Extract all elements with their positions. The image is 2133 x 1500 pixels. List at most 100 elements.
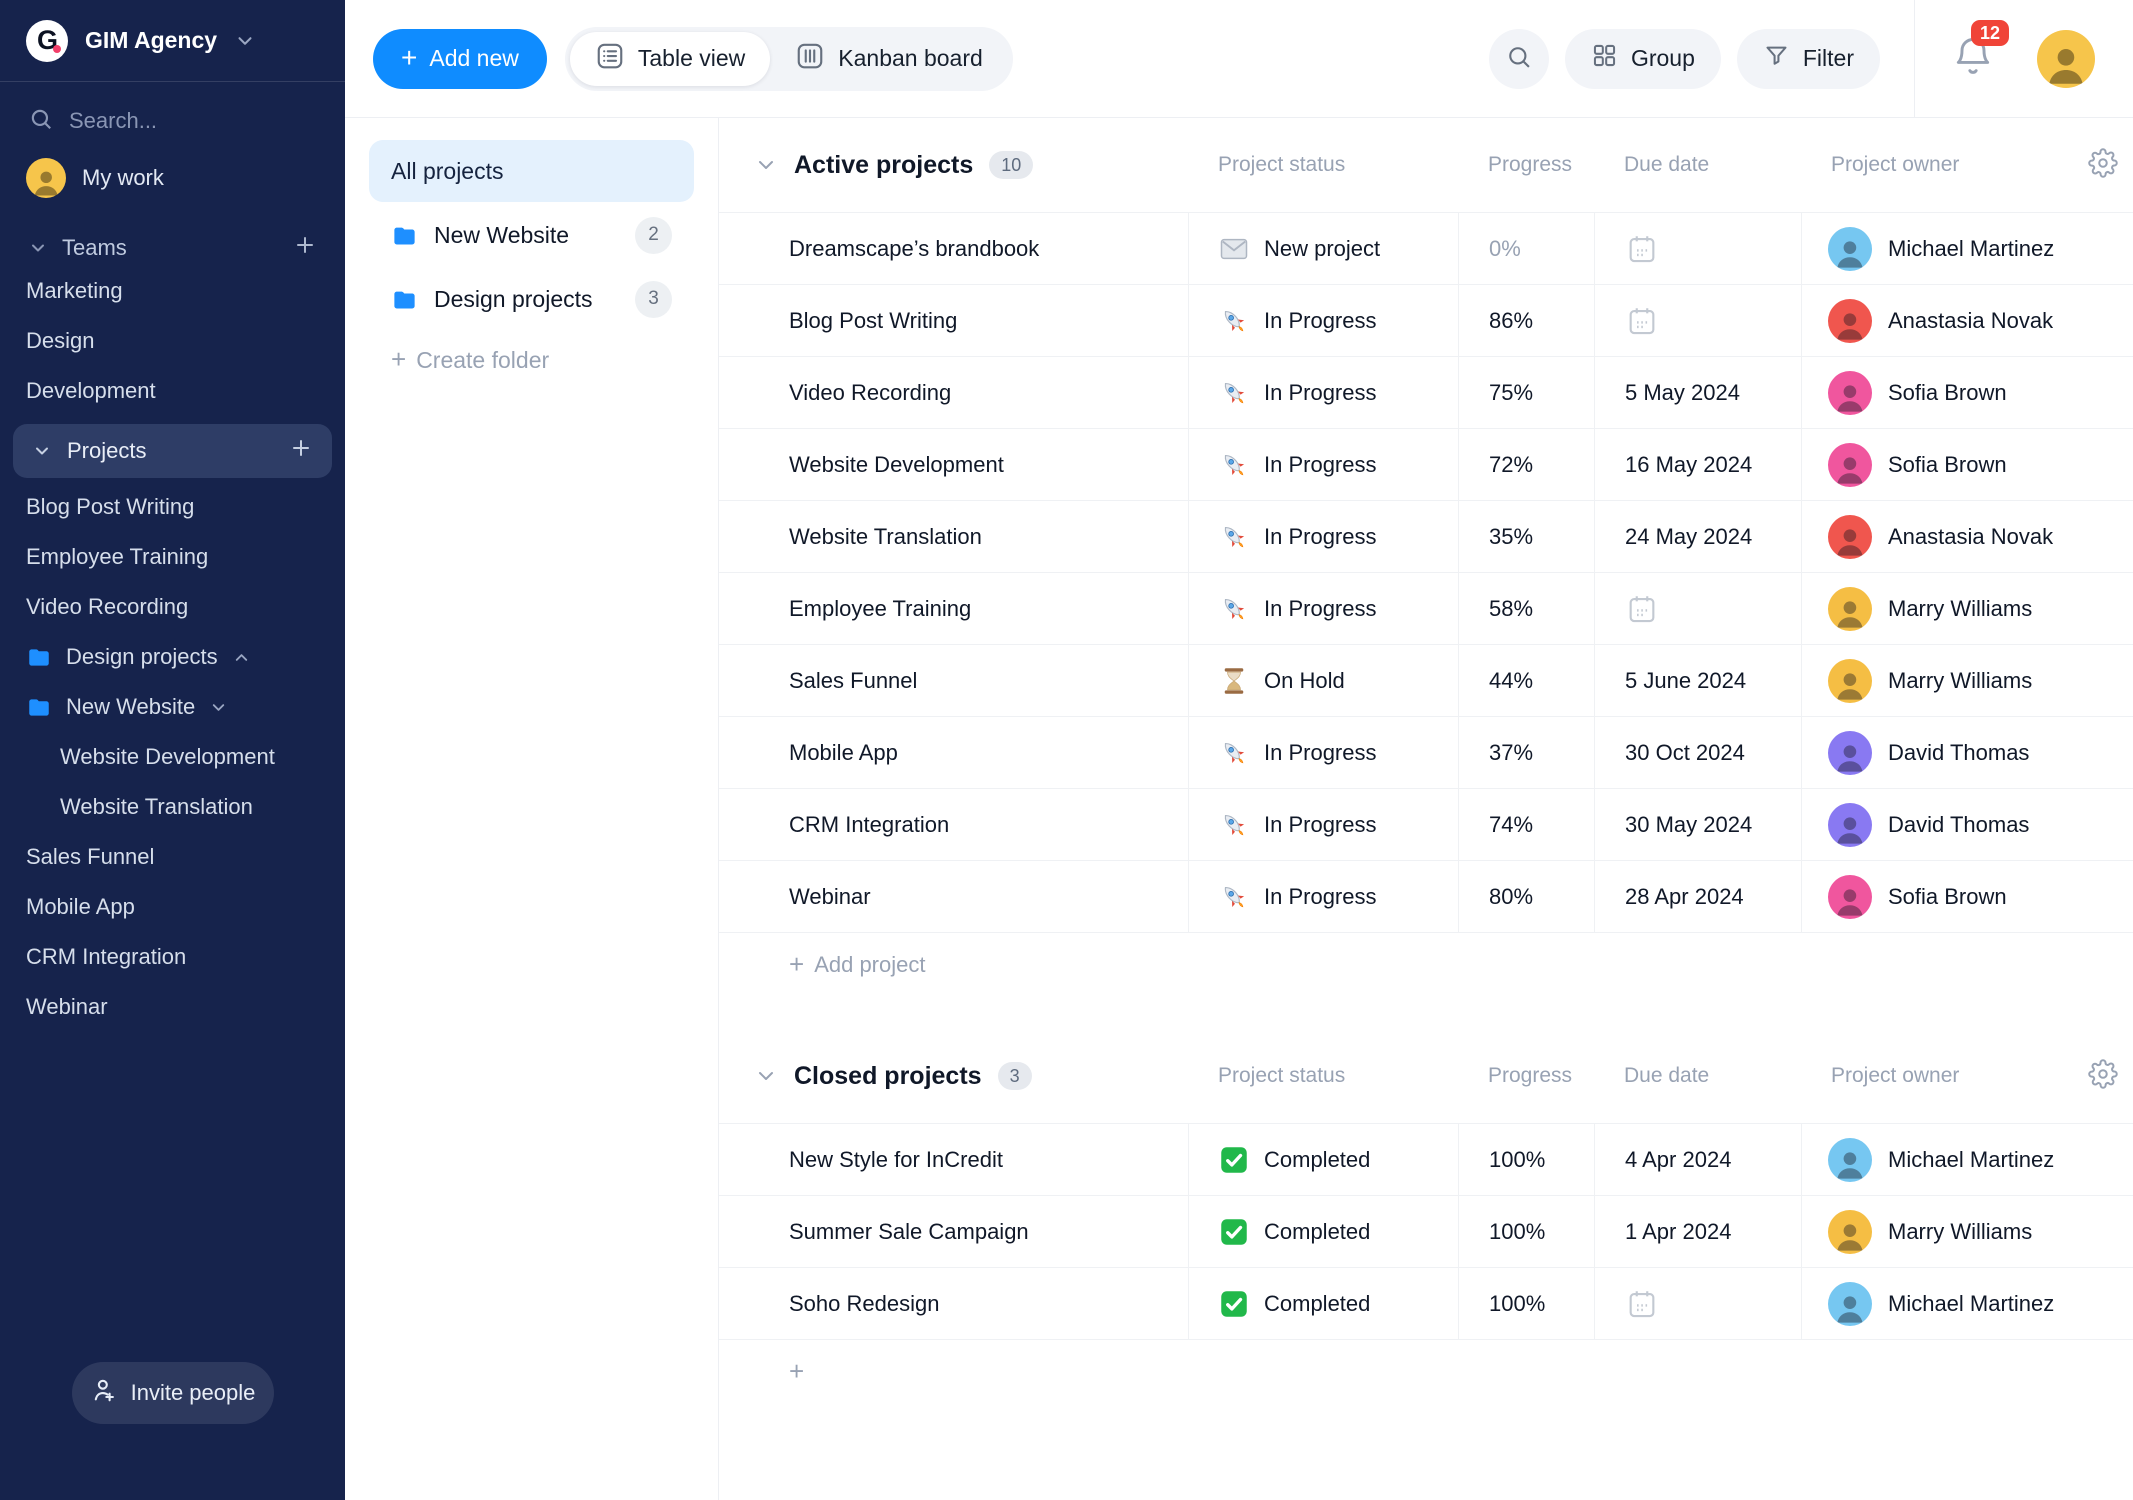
table-row[interactable]: Webinar In Progress 80% 28 Apr 2024 Sofi… [719,861,2133,933]
progress-value: 74% [1458,789,1594,860]
invite-people-button[interactable]: Invite people [72,1362,274,1424]
table-row[interactable]: Blog Post Writing In Progress 86% Anasta… [719,285,2133,357]
column-header-progress[interactable]: Progress [1458,1064,1594,1088]
filter-button[interactable]: Filter [1737,29,1880,89]
sidebar-item-label: Mobile App [26,894,135,920]
project-name[interactable]: Website Translation [719,501,1188,572]
due-date[interactable]: 5 June 2024 [1594,645,1801,716]
sidebar-item-project[interactable]: Sales Funnel [0,832,345,882]
project-name[interactable]: Video Recording [719,357,1188,428]
sidebar-item-project[interactable]: Website Development [0,732,345,782]
column-header-due-date[interactable]: Due date [1594,153,1801,177]
notification-badge: 12 [1971,20,2009,46]
table-row[interactable]: Video Recording In Progress 75% 5 May 20… [719,357,2133,429]
due-date[interactable]: 30 Oct 2024 [1594,717,1801,788]
table-row[interactable]: Sales Funnel On Hold 44% 5 June 2024 Mar… [719,645,2133,717]
workspace-switcher[interactable]: G GIM Agency [0,0,345,82]
table-row[interactable]: New Style for InCredit Completed 100% 4 … [719,1124,2133,1196]
column-header-progress[interactable]: Progress [1458,153,1594,177]
add-project-icon[interactable] [289,436,313,466]
add-project-button[interactable]: + Add project [719,933,2133,997]
column-header-due-date[interactable]: Due date [1594,1064,1801,1088]
avatar [1828,1210,1872,1254]
table-row[interactable]: Soho Redesign Completed 100% Michael Mar… [719,1268,2133,1340]
column-header-status[interactable]: Project status [1188,1064,1458,1088]
folder-all-projects[interactable]: All projects [369,140,694,202]
workspace-name: GIM Agency [85,27,217,54]
due-date[interactable]: 5 May 2024 [1594,357,1801,428]
project-name[interactable]: Summer Sale Campaign [719,1196,1188,1267]
group-count-badge: 10 [989,151,1033,179]
view-switcher: Table viewKanban board [565,27,1013,91]
project-name[interactable]: Blog Post Writing [719,285,1188,356]
sidebar-section-projects[interactable]: Projects [13,424,332,478]
notifications-button[interactable]: 12 [1951,34,1995,83]
sidebar-item-label: Design projects [66,644,218,670]
add-new-button[interactable]: + Add new [373,29,547,89]
sidebar-item-project[interactable]: CRM Integration [0,932,345,982]
view-tab-kanban-board[interactable]: Kanban board [770,32,1008,86]
column-header-owner[interactable]: Project owner [1801,1064,2073,1088]
project-name[interactable]: New Style for InCredit [719,1124,1188,1195]
sidebar-item-project[interactable]: New Website [0,682,345,732]
search-input[interactable] [69,108,269,134]
sidebar-item-project[interactable]: Design projects [0,632,345,682]
table-row[interactable]: CRM Integration In Progress 74% 30 May 2… [719,789,2133,861]
project-name[interactable]: Dreamscape’s brandbook [719,213,1188,284]
owner-name: Marry Williams [1888,668,2032,694]
group-button[interactable]: Group [1565,29,1721,89]
folder-item[interactable]: Design projects3 [369,268,694,330]
column-header-status[interactable]: Project status [1188,153,1458,177]
sidebar-item-my-work[interactable]: My work [0,156,345,200]
sidebar-item-project[interactable]: Mobile App [0,882,345,932]
due-date[interactable] [1594,213,1801,284]
table-row[interactable]: Mobile App In Progress 37% 30 Oct 2024 D… [719,717,2133,789]
sidebar-item-team[interactable]: Design [0,316,345,366]
project-name[interactable]: Mobile App [719,717,1188,788]
sidebar-item-project[interactable]: Employee Training [0,532,345,582]
due-date[interactable]: 4 Apr 2024 [1594,1124,1801,1195]
sidebar-item-team[interactable]: Development [0,366,345,416]
project-name[interactable]: Sales Funnel [719,645,1188,716]
due-date[interactable] [1594,1268,1801,1339]
due-date[interactable]: 24 May 2024 [1594,501,1801,572]
project-name[interactable]: Soho Redesign [719,1268,1188,1339]
sidebar-item-project[interactable]: Webinar [0,982,345,1032]
sidebar-search[interactable] [0,104,345,138]
sidebar-item-team[interactable]: Marketing [0,266,345,316]
column-header-owner[interactable]: Project owner [1801,153,2073,177]
due-date[interactable]: 16 May 2024 [1594,429,1801,500]
due-date[interactable]: 28 Apr 2024 [1594,861,1801,932]
due-date[interactable]: 30 May 2024 [1594,789,1801,860]
view-tab-table-view[interactable]: Table view [570,32,770,86]
due-date[interactable] [1594,285,1801,356]
sidebar-item-project[interactable]: Video Recording [0,582,345,632]
search-button[interactable] [1489,29,1549,89]
table-row[interactable]: Dreamscape’s brandbook New project 0% Mi… [719,213,2133,285]
due-date[interactable]: 1 Apr 2024 [1594,1196,1801,1267]
due-date[interactable] [1594,573,1801,644]
table-row[interactable]: Website Development In Progress 72% 16 M… [719,429,2133,501]
table-settings-button[interactable] [2073,148,2133,183]
project-name[interactable]: CRM Integration [719,789,1188,860]
sidebar-item-project[interactable]: Website Translation [0,782,345,832]
table-row[interactable]: Summer Sale Campaign Completed 100% 1 Ap… [719,1196,2133,1268]
chevron-down-icon[interactable] [754,1064,778,1088]
table-row[interactable]: Website Translation In Progress 35% 24 M… [719,501,2133,573]
project-name[interactable]: Website Development [719,429,1188,500]
add-project-button[interactable]: + [719,1340,2133,1404]
table-settings-button[interactable] [2073,1059,2133,1094]
teams-section-header[interactable]: Teams [0,230,345,266]
table-row[interactable]: Employee Training In Progress 58% Marry … [719,573,2133,645]
add-team-icon[interactable] [293,233,317,263]
create-folder-button[interactable]: + Create folder [369,340,694,380]
user-avatar[interactable] [2037,30,2095,88]
project-name[interactable]: Webinar [719,861,1188,932]
folder-item[interactable]: New Website2 [369,204,694,266]
chevron-down-icon[interactable] [754,153,778,177]
project-name[interactable]: Employee Training [719,573,1188,644]
plus-icon: + [391,346,406,372]
sidebar-item-project[interactable]: Blog Post Writing [0,482,345,532]
workspace-logo: G [26,20,68,62]
folder-icon [26,644,52,670]
